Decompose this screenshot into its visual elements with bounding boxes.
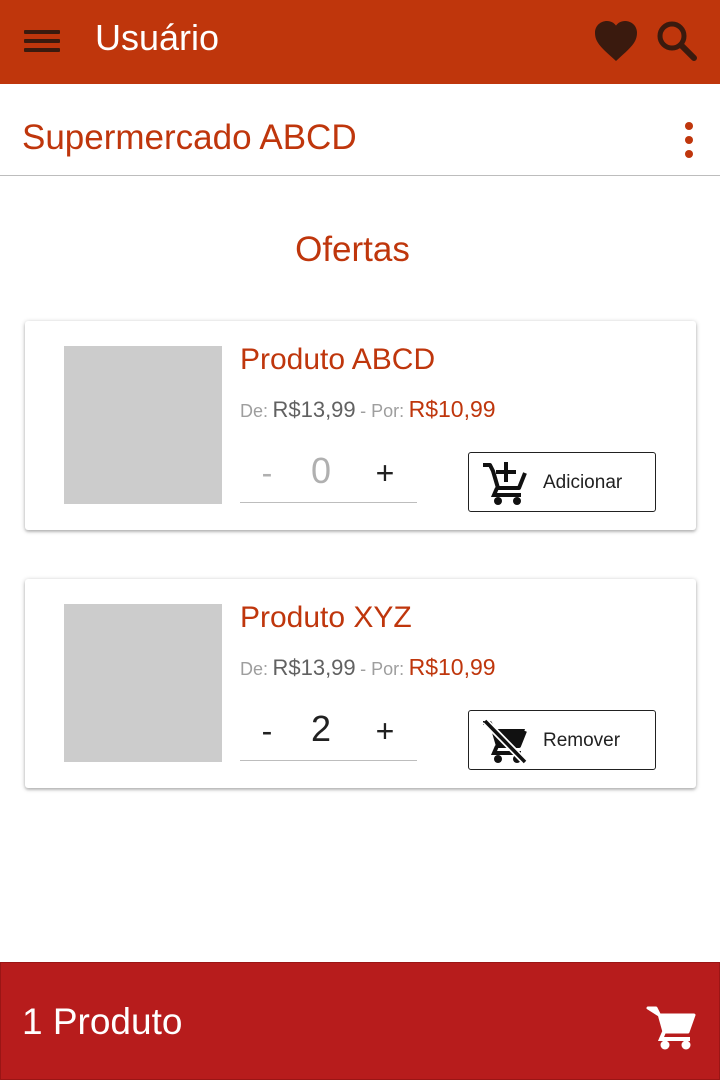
app-title: Usuário	[95, 17, 220, 58]
from-label: De:	[240, 659, 269, 679]
add-shopping-cart-icon	[483, 462, 527, 505]
to-price: R$10,99	[408, 396, 496, 422]
from-price: R$13,99	[272, 655, 356, 680]
from-label: De:	[240, 401, 269, 421]
app-bar: Usuário	[0, 0, 720, 84]
cart-summary-bar[interactable]: 1 Produto	[0, 962, 720, 1080]
product-image	[64, 346, 222, 504]
quantity-stepper: - 2 +	[240, 703, 417, 761]
store-name: Supermercado ABCD	[22, 118, 357, 157]
decrement-button[interactable]: -	[250, 453, 284, 493]
menu-icon[interactable]	[18, 20, 66, 60]
quantity-value: 2	[310, 708, 332, 749]
heart-icon[interactable]	[592, 18, 640, 64]
cart-count: 1 Produto	[22, 1001, 183, 1042]
add-button[interactable]: Adicionar	[468, 452, 656, 512]
product-name: Produto XYZ	[240, 601, 412, 634]
increment-button[interactable]: +	[368, 453, 402, 493]
product-image	[64, 604, 222, 762]
product-name: Produto ABCD	[240, 343, 436, 376]
remove-shopping-cart-icon	[482, 718, 528, 764]
product-card: Produto ABCD De: R$13,99 - Por: R$10,99 …	[25, 321, 696, 530]
to-label: - Por:	[360, 401, 405, 421]
quantity-stepper: - 0 +	[240, 445, 417, 503]
add-button-label: Adicionar	[543, 472, 623, 493]
from-price: R$13,99	[272, 397, 356, 422]
quantity-value: 0	[310, 450, 332, 491]
section-title: Ofertas	[295, 230, 410, 269]
increment-button[interactable]: +	[368, 711, 402, 751]
product-card: Produto XYZ De: R$13,99 - Por: R$10,99 -…	[25, 579, 696, 788]
to-price: R$10,99	[408, 654, 496, 680]
search-icon[interactable]	[654, 18, 700, 64]
decrement-button[interactable]: -	[250, 711, 284, 751]
price-line: De: R$13,99 - Por: R$10,99	[240, 653, 496, 685]
to-label: - Por:	[360, 659, 405, 679]
shopping-cart-icon	[646, 1006, 696, 1050]
store-header: Supermercado ABCD	[0, 84, 720, 176]
price-line: De: R$13,99 - Por: R$10,99	[240, 395, 496, 427]
remove-button-label: Remover	[543, 730, 621, 751]
more-vert-icon[interactable]	[676, 120, 704, 160]
remove-button[interactable]: Remover	[468, 710, 656, 770]
